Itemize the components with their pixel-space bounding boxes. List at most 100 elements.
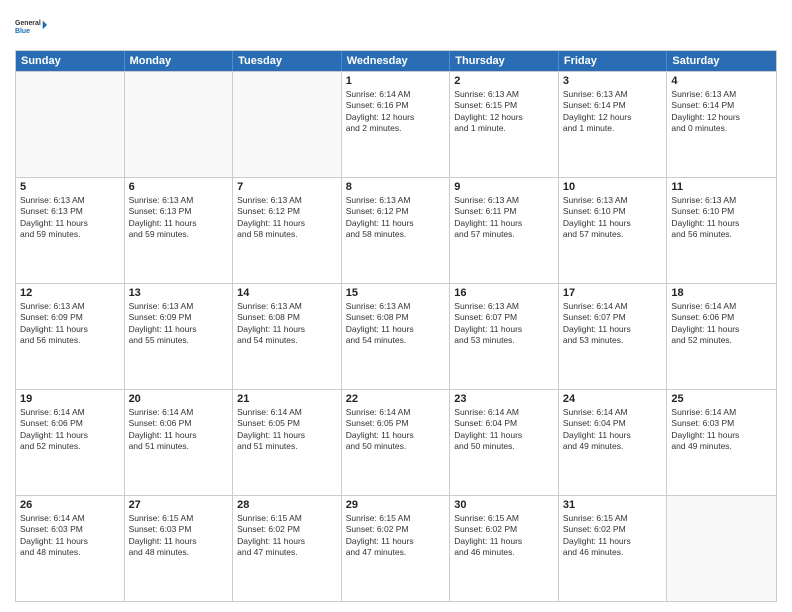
logo-svg: General Blue: [15, 10, 47, 42]
calendar-day: 28 Sunrise: 6:15 AM Sunset: 6:02 PM Dayli…: [233, 496, 342, 601]
calendar-day: 6 Sunrise: 6:13 AM Sunset: 6:13 PM Daylig…: [125, 178, 234, 283]
day-number: 13: [129, 287, 229, 299]
day-info: Sunrise: 6:14 AM Sunset: 6:16 PM Dayligh…: [346, 89, 446, 135]
calendar-day: 14 Sunrise: 6:13 AM Sunset: 6:08 PM Dayli…: [233, 284, 342, 389]
day-info: Sunrise: 6:15 AM Sunset: 6:02 PM Dayligh…: [454, 513, 554, 559]
day-number: 21: [237, 393, 337, 405]
calendar-day: 3Sunrise: 6:13 AM Sunset: 6:14 PM Daylig…: [559, 72, 668, 177]
day-number: 30: [454, 499, 554, 511]
day-info: Sunrise: 6:13 AM Sunset: 6:14 PM Dayligh…: [671, 89, 772, 135]
day-info: Sunrise: 6:14 AM Sunset: 6:04 PM Dayligh…: [563, 407, 663, 453]
day-number: 8: [346, 181, 446, 193]
calendar: SundayMondayTuesdayWednesdayThursdayFrid…: [15, 50, 777, 602]
calendar-day: 13 Sunrise: 6:13 AM Sunset: 6:09 PM Dayli…: [125, 284, 234, 389]
calendar-week-row: 5Sunrise: 6:13 AM Sunset: 6:13 PM Daylig…: [16, 177, 776, 283]
calendar-day: 29 Sunrise: 6:15 AM Sunset: 6:02 PM Dayli…: [342, 496, 451, 601]
calendar-day: 9 Sunrise: 6:13 AM Sunset: 6:11 PM Daylig…: [450, 178, 559, 283]
calendar-day: 31 Sunrise: 6:15 AM Sunset: 6:02 PM Dayli…: [559, 496, 668, 601]
day-number: 27: [129, 499, 229, 511]
day-number: 28: [237, 499, 337, 511]
day-info: Sunrise: 6:14 AM Sunset: 6:06 PM Dayligh…: [671, 301, 772, 347]
day-info: Sunrise: 6:13 AM Sunset: 6:15 PM Dayligh…: [454, 89, 554, 135]
calendar-header: SundayMondayTuesdayWednesdayThursdayFrid…: [16, 51, 776, 71]
day-number: 31: [563, 499, 663, 511]
calendar-day: 16 Sunrise: 6:13 AM Sunset: 6:07 PM Dayli…: [450, 284, 559, 389]
day-number: 3: [563, 75, 663, 87]
weekday-header: Thursday: [450, 51, 559, 71]
day-info: Sunrise: 6:15 AM Sunset: 6:02 PM Dayligh…: [346, 513, 446, 559]
calendar-week-row: 26 Sunrise: 6:14 AM Sunset: 6:03 PM Dayli…: [16, 495, 776, 601]
day-info: Sunrise: 6:13 AM Sunset: 6:11 PM Dayligh…: [454, 195, 554, 241]
calendar-week-row: 12Sunrise: 6:13 AM Sunset: 6:09 PM Dayli…: [16, 283, 776, 389]
svg-text:Blue: Blue: [15, 28, 30, 35]
logo: General Blue: [15, 10, 47, 42]
day-info: Sunrise: 6:13 AM Sunset: 6:07 PM Dayligh…: [454, 301, 554, 347]
header: General Blue: [15, 10, 777, 42]
day-number: 24: [563, 393, 663, 405]
day-number: 10: [563, 181, 663, 193]
day-info: Sunrise: 6:15 AM Sunset: 6:03 PM Dayligh…: [129, 513, 229, 559]
weekday-header: Friday: [559, 51, 668, 71]
day-number: 26: [20, 499, 120, 511]
calendar-day: 26 Sunrise: 6:14 AM Sunset: 6:03 PM Dayli…: [16, 496, 125, 601]
day-number: 16: [454, 287, 554, 299]
day-info: Sunrise: 6:13 AM Sunset: 6:13 PM Dayligh…: [129, 195, 229, 241]
day-number: 7: [237, 181, 337, 193]
day-number: 1: [346, 75, 446, 87]
day-number: 23: [454, 393, 554, 405]
calendar-body: 1 Sunrise: 6:14 AM Sunset: 6:16 PM Daylig…: [16, 71, 776, 601]
day-info: Sunrise: 6:13 AM Sunset: 6:09 PM Dayligh…: [20, 301, 120, 347]
day-info: Sunrise: 6:13 AM Sunset: 6:12 PM Dayligh…: [346, 195, 446, 241]
calendar-day: 7 Sunrise: 6:13 AM Sunset: 6:12 PM Daylig…: [233, 178, 342, 283]
empty-cell: [16, 72, 125, 177]
calendar-day: 22 Sunrise: 6:14 AM Sunset: 6:05 PM Dayli…: [342, 390, 451, 495]
weekday-header: Saturday: [667, 51, 776, 71]
day-number: 14: [237, 287, 337, 299]
day-info: Sunrise: 6:14 AM Sunset: 6:06 PM Dayligh…: [20, 407, 120, 453]
weekday-header: Sunday: [16, 51, 125, 71]
day-number: 22: [346, 393, 446, 405]
day-number: 25: [671, 393, 772, 405]
calendar-day: 8 Sunrise: 6:13 AM Sunset: 6:12 PM Daylig…: [342, 178, 451, 283]
weekday-header: Wednesday: [342, 51, 451, 71]
day-info: Sunrise: 6:13 AM Sunset: 6:08 PM Dayligh…: [346, 301, 446, 347]
calendar-day: 5Sunrise: 6:13 AM Sunset: 6:13 PM Daylig…: [16, 178, 125, 283]
day-info: Sunrise: 6:13 AM Sunset: 6:10 PM Dayligh…: [671, 195, 772, 241]
calendar-day: 19 Sunrise: 6:14 AM Sunset: 6:06 PM Dayli…: [16, 390, 125, 495]
day-info: Sunrise: 6:13 AM Sunset: 6:09 PM Dayligh…: [129, 301, 229, 347]
day-info: Sunrise: 6:13 AM Sunset: 6:10 PM Dayligh…: [563, 195, 663, 241]
day-number: 29: [346, 499, 446, 511]
day-number: 20: [129, 393, 229, 405]
day-info: Sunrise: 6:14 AM Sunset: 6:03 PM Dayligh…: [20, 513, 120, 559]
day-number: 6: [129, 181, 229, 193]
day-info: Sunrise: 6:13 AM Sunset: 6:12 PM Dayligh…: [237, 195, 337, 241]
day-info: Sunrise: 6:14 AM Sunset: 6:07 PM Dayligh…: [563, 301, 663, 347]
calendar-day: 10 Sunrise: 6:13 AM Sunset: 6:10 PM Dayli…: [559, 178, 668, 283]
calendar-day: 17Sunrise: 6:14 AM Sunset: 6:07 PM Dayli…: [559, 284, 668, 389]
day-info: Sunrise: 6:14 AM Sunset: 6:06 PM Dayligh…: [129, 407, 229, 453]
day-info: Sunrise: 6:14 AM Sunset: 6:03 PM Dayligh…: [671, 407, 772, 453]
day-info: Sunrise: 6:14 AM Sunset: 6:05 PM Dayligh…: [346, 407, 446, 453]
empty-cell: [233, 72, 342, 177]
day-info: Sunrise: 6:15 AM Sunset: 6:02 PM Dayligh…: [563, 513, 663, 559]
day-number: 19: [20, 393, 120, 405]
day-info: Sunrise: 6:13 AM Sunset: 6:08 PM Dayligh…: [237, 301, 337, 347]
calendar-day: 12Sunrise: 6:13 AM Sunset: 6:09 PM Dayli…: [16, 284, 125, 389]
weekday-header: Tuesday: [233, 51, 342, 71]
day-number: 18: [671, 287, 772, 299]
day-number: 9: [454, 181, 554, 193]
calendar-week-row: 19 Sunrise: 6:14 AM Sunset: 6:06 PM Dayli…: [16, 389, 776, 495]
day-number: 4: [671, 75, 772, 87]
page: General Blue SundayMondayTuesdayWednesda…: [0, 0, 792, 612]
calendar-day: 2 Sunrise: 6:13 AM Sunset: 6:15 PM Daylig…: [450, 72, 559, 177]
day-number: 2: [454, 75, 554, 87]
calendar-week-row: 1 Sunrise: 6:14 AM Sunset: 6:16 PM Daylig…: [16, 71, 776, 177]
day-number: 15: [346, 287, 446, 299]
day-info: Sunrise: 6:15 AM Sunset: 6:02 PM Dayligh…: [237, 513, 337, 559]
calendar-day: 25 Sunrise: 6:14 AM Sunset: 6:03 PM Dayli…: [667, 390, 776, 495]
empty-cell: [667, 496, 776, 601]
day-info: Sunrise: 6:14 AM Sunset: 6:05 PM Dayligh…: [237, 407, 337, 453]
calendar-day: 23Sunrise: 6:14 AM Sunset: 6:04 PM Dayli…: [450, 390, 559, 495]
calendar-day: 11Sunrise: 6:13 AM Sunset: 6:10 PM Dayli…: [667, 178, 776, 283]
calendar-day: 20 Sunrise: 6:14 AM Sunset: 6:06 PM Dayli…: [125, 390, 234, 495]
